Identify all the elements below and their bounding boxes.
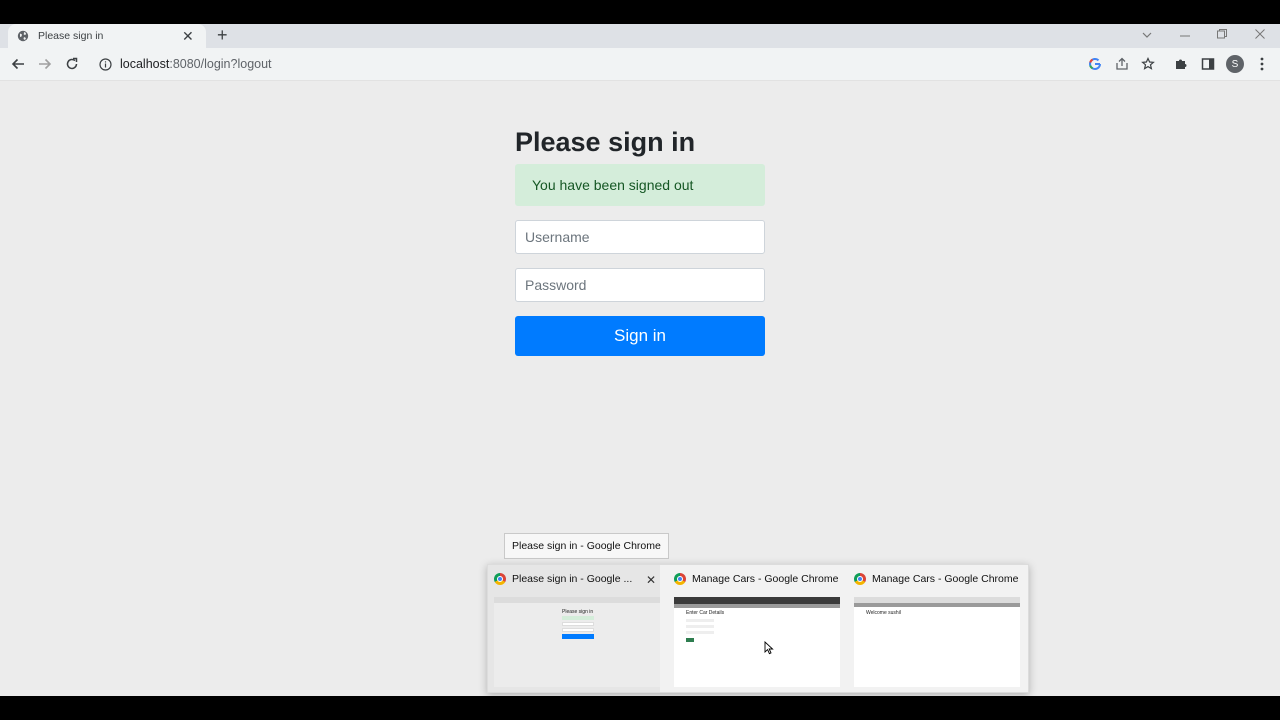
mini-heading: Enter Car Details [686, 610, 725, 616]
preview-title: Manage Cars - Google Chrome [872, 573, 1019, 585]
google-g-icon [1089, 57, 1101, 70]
tab-title: Please sign in [38, 30, 104, 42]
minimize-icon[interactable] [1179, 30, 1191, 42]
tab-close-icon[interactable]: ✕ [182, 28, 194, 45]
back-button[interactable] [8, 54, 28, 74]
logout-alert: You have been signed out [515, 164, 765, 206]
bookmark-button[interactable] [1139, 55, 1157, 73]
password-input[interactable] [515, 268, 765, 302]
preview-thumbnail: Enter Car Details [674, 597, 840, 687]
login-form: Please sign in You have been signed out … [515, 124, 765, 356]
url-text: localhost:8080/login?logout [120, 57, 272, 71]
preview-window-1[interactable]: Please sign in - Google ... ✕ Please sig… [488, 565, 660, 692]
tab-please-sign-in[interactable]: Please sign in ✕ [8, 24, 206, 48]
browser-window: Please sign in ✕ + localhost:8080/login?… [0, 24, 1280, 696]
forward-button[interactable] [35, 54, 55, 74]
chrome-icon [674, 573, 686, 585]
puzzle-icon [1176, 59, 1187, 69]
profile-avatar[interactable]: S [1226, 55, 1244, 73]
arrow-left-icon [11, 58, 24, 70]
preview-window-2[interactable]: Manage Cars - Google Chrome Enter Car De… [668, 565, 840, 692]
extensions-button[interactable] [1172, 55, 1190, 73]
side-panel-icon [1201, 58, 1215, 70]
side-panel-button[interactable] [1199, 55, 1217, 73]
preview-title: Manage Cars - Google Chrome [692, 573, 839, 585]
reload-button[interactable] [62, 54, 82, 74]
reload-icon [66, 57, 78, 70]
sign-in-button[interactable]: Sign in [515, 316, 765, 356]
url-path: :8080/login?logout [169, 57, 272, 71]
kebab-menu-icon [1260, 57, 1264, 71]
menu-button[interactable] [1253, 55, 1271, 73]
star-icon [1141, 57, 1155, 70]
mini-heading: Please sign in [562, 609, 594, 615]
alert-message: You have been signed out [532, 177, 694, 193]
preview-title: Please sign in - Google ... [512, 573, 633, 585]
share-button[interactable] [1113, 55, 1131, 73]
arrow-right-icon [39, 58, 52, 70]
restore-icon[interactable] [1216, 28, 1228, 40]
tab-search-icon[interactable] [1141, 29, 1153, 41]
window-close-icon[interactable] [1254, 28, 1266, 40]
address-bar[interactable]: localhost:8080/login?logout [92, 51, 1077, 77]
taskbar-tooltip: Please sign in - Google Chrome [504, 533, 669, 559]
taskbar-preview-panel: Please sign in - Google ... ✕ Please sig… [487, 564, 1029, 693]
info-icon[interactable] [99, 57, 112, 71]
mouse-cursor-icon [764, 641, 774, 655]
preview-thumbnail: Welcome sushil [854, 597, 1020, 687]
preview-thumbnail: Please sign in [494, 597, 660, 687]
browser-toolbar: localhost:8080/login?logout S [0, 48, 1280, 81]
page-title: Please sign in [515, 127, 696, 157]
tab-strip: Please sign in ✕ + [0, 24, 1280, 48]
username-input[interactable] [515, 220, 765, 254]
url-host: localhost [120, 57, 170, 71]
google-lens-button[interactable] [1086, 55, 1104, 73]
chrome-icon [854, 573, 866, 585]
share-icon [1116, 57, 1128, 70]
chrome-icon [494, 573, 506, 585]
new-tab-button[interactable]: + [217, 25, 228, 46]
preview-window-3[interactable]: Manage Cars - Google Chrome Welcome sush… [848, 565, 1020, 692]
globe-icon [17, 30, 29, 42]
preview-close-icon[interactable]: ✕ [646, 573, 656, 587]
mini-heading: Welcome sushil [866, 610, 901, 616]
